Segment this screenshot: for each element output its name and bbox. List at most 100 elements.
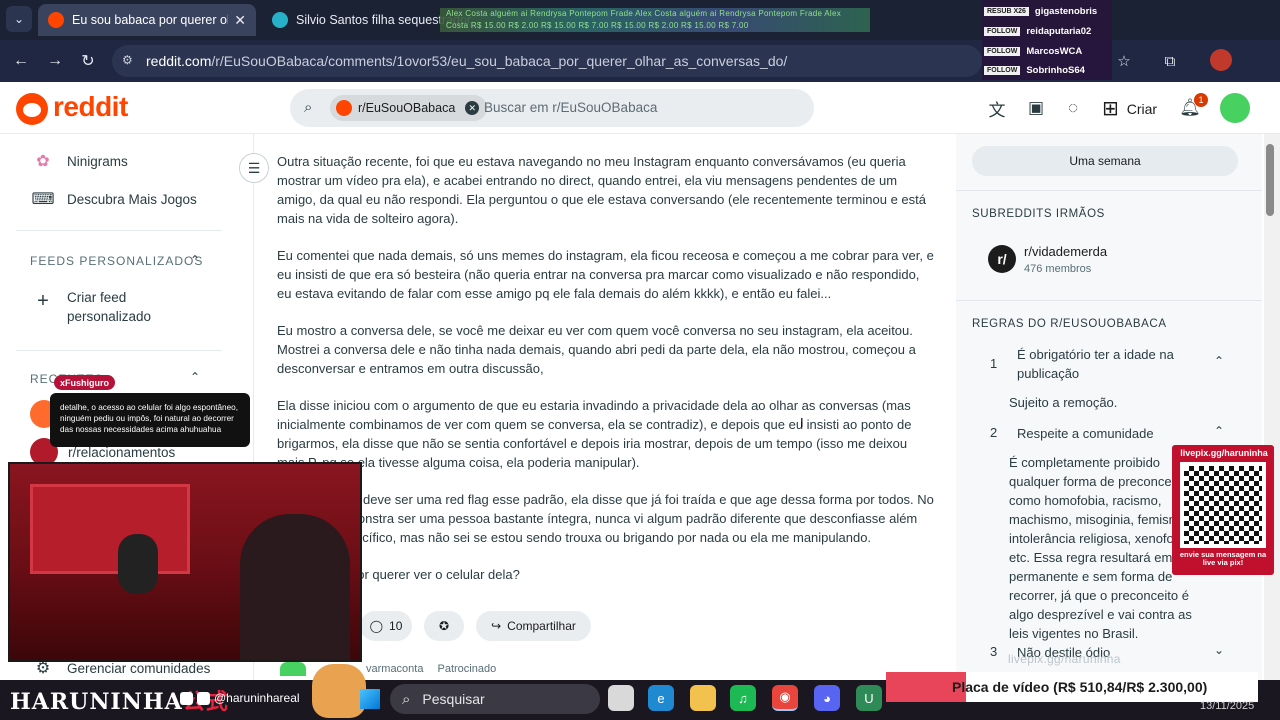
section-custom-feeds[interactable]: FEEDS PERSONALIZADOS [30,254,203,268]
share-button[interactable]: ↪ Compartilhar [476,611,591,641]
sponsor-avatar [280,662,306,676]
site-info-icon[interactable]: ⚙ [122,53,138,69]
search-icon: ⌕ [402,690,411,708]
tab-close-icon[interactable]: ✕ [234,12,246,29]
post-paragraph: Eu mostro a conversa dele, se você me de… [277,323,916,376]
translate-icon[interactable]: 文 [985,96,1009,120]
brand-name: HARUNINHA [10,689,183,715]
upwork-icon[interactable]: U [856,685,882,711]
webcam-wall-panel [30,484,190,574]
comments-button[interactable]: ◯ 10 [360,611,412,641]
search-placeholder: Buscar em r/EuSouOBabaca [484,100,658,115]
youtube-icon [180,691,193,705]
livepix-watermark: livepix.gg/haruninha [1008,652,1121,666]
advertise-icon[interactable]: ▣ [1024,96,1048,120]
plus-icon: + [37,289,49,312]
chat-icon[interactable]: ◌ [1061,96,1085,120]
taskbar-search[interactable]: ⌕ Pesquisar [390,684,600,714]
rule-number: 1 [990,356,998,371]
taskbar-search-label: Pesquisar [422,691,485,707]
extensions-icon[interactable]: ⧉ [1158,49,1182,73]
create-post-button[interactable]: ⊞ Criar [1102,96,1157,121]
follow-tag: FOLLOW [984,46,1021,56]
rule-number: 3 [990,644,998,659]
resub-name: gigastenobris [1034,5,1098,17]
forward-icon[interactable]: → [43,49,67,73]
plus-icon: ⊞ [1102,98,1119,120]
donation-goal-text: Placa de vídeo (R$ 510,84/R$ 2.300,00) [952,679,1208,695]
spotify-icon[interactable]: ♫ [730,685,756,711]
post-body: Outra situação recente, foi que eu estav… [277,152,935,602]
sponsored-post-header[interactable]: varmaconta Patrocinado [280,662,496,676]
page-scrollbar[interactable] [1264,134,1280,680]
reddit-logo-icon[interactable] [16,93,48,125]
sidebar-divider [16,230,222,231]
user-avatar[interactable] [1220,93,1250,123]
file-explorer-icon[interactable] [690,685,716,711]
rules-heading: REGRAS DO R/EUSOUOBABACA [972,318,1167,330]
follower-overlay: RESUB X26 gigastenobris FOLLOW reidaputa… [982,0,1112,80]
search-bar[interactable]: ⌕ r/EuSouOBabaca ✕ Buscar em r/EuSouOBab… [290,89,814,127]
follower-3: SobrinhoS64 [1026,64,1085,76]
tab-favicon-icon [272,12,288,28]
chevron-down-icon[interactable]: ⌄ [1214,643,1224,657]
award-button[interactable]: ✪ [424,611,464,641]
chevron-up-icon[interactable]: ⌃ [1214,424,1224,438]
webcam-overlay [8,462,362,662]
comment-icon: ◯ [369,619,384,633]
chevron-up-icon[interactable]: ⌃ [1214,354,1224,368]
windows-start-icon[interactable] [360,689,380,709]
follower-1: reidaputaria02 [1026,25,1092,37]
timeframe-button[interactable]: Uma semana [972,146,1238,176]
post-paragraph: Acho que sim, deve ser uma red flag esse… [277,492,934,545]
taskbar-date: 13/11/2025 [1200,700,1255,712]
task-view-icon[interactable] [608,685,634,711]
sidebar-divider [16,350,222,351]
award-icon: ✪ [438,619,450,633]
browser-profile-avatar[interactable] [1210,49,1232,71]
reddit-wordmark[interactable]: reddit [53,91,128,123]
create-label: Criar [1126,100,1158,117]
reload-icon[interactable]: ↻ [76,49,100,73]
follow-tag: FOLLOW [984,26,1021,36]
social-handle: @haruninhareal [180,691,300,705]
create-feed-button[interactable]: + Criar feed personalizado [30,288,167,326]
rule-title[interactable]: É obrigatório ter a idade na publicação [1017,345,1207,383]
toggle-sidebar-button[interactable]: ☰ [239,153,269,183]
chrome-icon[interactable]: ◉ [772,685,798,711]
tab-search-menu-button[interactable]: ⌄ [6,6,32,32]
cat-mascot-icon [312,664,366,718]
sponsor-name: varmaconta [366,663,424,675]
edge-icon[interactable]: e [648,685,674,711]
chip-clear-icon[interactable]: ✕ [465,101,480,115]
flower-icon: ✿ [36,153,50,170]
post-question: Sou babaca por querer ver o celular dela… [277,567,520,582]
rule-title[interactable]: Respeite a comunidade [1017,424,1207,443]
chat-message-overlay: detalhe, o acesso ao celular foi algo es… [50,393,250,447]
post-paragraph: Ela disse iniciou com o argumento de que… [277,398,912,470]
comments-count: 10 [389,619,403,633]
sidebar-divider [956,300,1262,301]
chevron-up-icon[interactable]: ⌃ [190,253,200,267]
reddit-header: reddit ⌕ r/EuSouOBabaca ✕ Buscar em r/Eu… [0,82,1280,134]
sidebar-item-ninigrams[interactable]: ✿ Ninigrams [30,148,127,174]
share-label: Compartilhar [507,619,576,633]
resub-tag: RESUB X26 [984,6,1029,16]
social-handle-text: @haruninhareal [214,691,300,705]
scrollbar-thumb[interactable] [1266,144,1274,216]
post-paragraph: Eu comentei que nada demais, só uns meme… [277,248,934,301]
sidebar-item-games[interactable]: ⌨ Descubra Mais Jogos [30,186,196,212]
address-bar[interactable]: ⚙ reddit.com/r/EuSouOBabaca/comments/1ov… [112,45,982,77]
livepix-url: livepix.gg/haruninha [1180,448,1268,458]
subreddit-search-chip[interactable]: r/EuSouOBabaca ✕ [330,95,488,121]
sister-subreddit-name[interactable]: r/vidademerda [1024,244,1107,259]
bookmark-star-icon[interactable]: ☆ [1112,49,1136,73]
manage-communities-label: Gerenciar comunidades [67,660,211,676]
discord-icon[interactable]: ◕ [814,685,840,711]
share-icon: ↪ [491,619,502,633]
tab-active[interactable]: Eu sou babaca por querer olhar ✕ [38,4,256,36]
streamer-figure [240,514,350,660]
chevron-up-icon[interactable]: ⌃ [190,370,200,384]
back-icon[interactable]: ← [9,49,33,73]
sister-subreddit-avatar[interactable]: r/ [988,245,1016,273]
